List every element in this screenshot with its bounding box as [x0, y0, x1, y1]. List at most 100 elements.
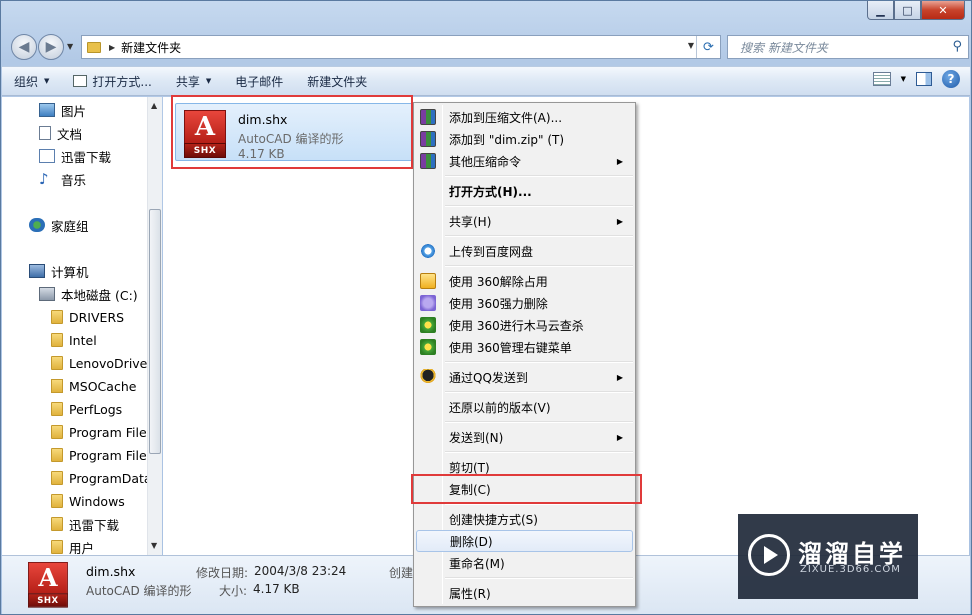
new-folder-label: 新建文件夹 — [307, 74, 368, 89]
organize-menu[interactable]: 组织 ▼ — [2, 69, 61, 93]
menu-item-360-unlock[interactable]: 使用 360解除占用 — [416, 270, 633, 292]
nav-item-msocache[interactable]: MSOCache — [51, 376, 136, 396]
breadcrumb-current-folder[interactable]: 新建文件夹 — [121, 39, 181, 56]
menu-item-send-to[interactable]: 发送到(N) ▶ — [416, 426, 633, 448]
menu-item-label: 添加到 "dim.zip" (T) — [449, 132, 565, 147]
folder-icon — [51, 310, 63, 324]
menu-item-label: 共享(H) — [449, 214, 492, 229]
new-folder-button[interactable]: 新建文件夹 — [295, 69, 379, 93]
menu-separator — [445, 235, 633, 237]
scroll-up-icon[interactable]: ▲ — [151, 101, 157, 110]
download-icon — [39, 149, 55, 163]
organize-label: 组织 — [14, 74, 39, 89]
menu-item-360-manage-menu[interactable]: 使用 360管理右键菜单 — [416, 336, 633, 358]
nav-item-label: 家庭组 — [51, 218, 89, 234]
navigation-scrollbar[interactable]: ▲ ▼ — [147, 97, 162, 555]
folder-icon — [51, 494, 63, 508]
search-input[interactable]: 搜索 新建文件夹 — [740, 39, 828, 56]
share-menu[interactable]: 共享 ▼ — [164, 69, 223, 93]
icon-letter: A — [28, 562, 68, 595]
menu-item-open-with[interactable]: 打开方式(H)... — [416, 180, 633, 202]
baidu-cloud-icon — [420, 243, 436, 259]
nav-item-thunder-folder[interactable]: 迅雷下载 — [51, 514, 119, 534]
created-label: 创建 — [389, 566, 414, 580]
nav-item-pictures[interactable]: 图片 — [39, 100, 86, 120]
menu-item-360-force-delete[interactable]: 使用 360强力删除 — [416, 292, 633, 314]
refresh-icon: ⟳ — [703, 39, 714, 55]
menu-item-rename[interactable]: 重命名(M) — [416, 552, 633, 574]
change-view-icon[interactable] — [872, 72, 891, 86]
menu-item-other-compress[interactable]: 其他压缩命令 ▶ — [416, 150, 633, 172]
search-icon[interactable]: ⚲ — [952, 39, 962, 54]
menu-item-label: 使用 360管理右键菜单 — [449, 340, 572, 355]
details-file-type: AutoCAD 编译的形 — [86, 584, 192, 598]
nav-item-program-files[interactable]: Program Files — [51, 422, 147, 442]
share-label: 共享 — [175, 74, 200, 89]
documents-icon — [39, 126, 51, 140]
menu-item-restore-versions[interactable]: 还原以前的版本(V) — [416, 396, 633, 418]
menu-item-create-shortcut[interactable]: 创建快捷方式(S) — [416, 508, 633, 530]
menu-item-delete[interactable]: 删除(D) — [416, 530, 633, 552]
folder-icon — [87, 41, 101, 53]
nav-item-programdata[interactable]: ProgramData — [51, 468, 147, 488]
back-arrow-icon: ◀ — [18, 39, 30, 55]
submenu-arrow-icon: ▶ — [616, 216, 623, 226]
submenu-arrow-icon: ▶ — [616, 156, 623, 166]
nav-item-music[interactable]: ♪ 音乐 — [39, 169, 86, 189]
folder-icon — [51, 333, 63, 347]
nav-item-users[interactable]: 用户 — [51, 537, 94, 555]
menu-item-share[interactable]: 共享(H) ▶ — [416, 210, 633, 232]
open-with-button[interactable]: 打开方式... — [61, 69, 163, 93]
menu-separator — [445, 265, 633, 267]
command-bar: 组织 ▼ 打开方式... 共享 ▼ 电子邮件 新建文件夹 ▼ ? — [2, 66, 970, 96]
nav-item-drivers[interactable]: DRIVERS — [51, 307, 124, 327]
menu-item-label: 创建快捷方式(S) — [449, 512, 538, 527]
address-dropdown-icon[interactable]: ▼ — [688, 41, 694, 50]
search-box[interactable]: 搜索 新建文件夹 ⚲ — [727, 35, 969, 59]
nav-item-intel[interactable]: Intel — [51, 330, 97, 350]
email-label: 电子邮件 — [235, 74, 284, 89]
nav-item-computer[interactable]: 计算机 — [29, 261, 89, 281]
breadcrumb-chevron-icon[interactable]: ▶ — [109, 43, 115, 52]
menu-item-label: 打开方式(H)... — [449, 184, 532, 199]
scroll-down-icon[interactable]: ▼ — [151, 541, 157, 550]
email-button[interactable]: 电子邮件 — [223, 69, 295, 93]
recent-pages-dropdown[interactable]: ▼ — [67, 42, 77, 52]
refresh-button[interactable]: ⟳ — [696, 36, 720, 58]
menu-item-add-to-archive[interactable]: 添加到压缩文件(A)... — [416, 106, 633, 128]
modified-label: 修改日期: — [196, 566, 249, 580]
menu-item-add-to-dim-zip[interactable]: 添加到 "dim.zip" (T) — [416, 128, 633, 150]
nav-item-label: 图片 — [61, 103, 87, 119]
zip-icon — [420, 131, 436, 147]
view-dropdown-icon[interactable]: ▼ — [901, 75, 906, 83]
menu-item-send-via-qq[interactable]: 通过QQ发送到 ▶ — [416, 366, 633, 388]
maximize-button[interactable]: □ — [894, 1, 921, 20]
forward-arrow-icon: ▶ — [45, 39, 57, 55]
nav-item-perflogs[interactable]: PerfLogs — [51, 399, 122, 419]
help-icon[interactable]: ? — [942, 70, 960, 88]
nav-item-thunder-downloads[interactable]: 迅雷下载 — [39, 146, 111, 166]
forward-button[interactable]: ▶ — [38, 34, 64, 60]
scrollbar-thumb[interactable] — [149, 209, 161, 454]
close-button[interactable]: ✕ — [921, 1, 965, 20]
360-menu-icon — [420, 339, 436, 355]
locked-folder-icon — [51, 379, 63, 393]
menu-separator — [445, 577, 633, 579]
menu-item-upload-baidu[interactable]: 上传到百度网盘 — [416, 240, 633, 262]
nav-item-documents[interactable]: 文档 — [39, 123, 82, 143]
nav-item-windows[interactable]: Windows — [51, 491, 125, 511]
preview-pane-icon[interactable] — [916, 72, 932, 86]
nav-item-program-files-x86[interactable]: Program Files (x86) — [51, 445, 147, 465]
nav-item-local-disk-c[interactable]: 本地磁盘 (C:) — [39, 284, 138, 304]
menu-item-label: 通过QQ发送到 — [449, 370, 528, 385]
submenu-arrow-icon: ▶ — [616, 432, 623, 442]
address-bar[interactable]: ▶ 新建文件夹 ▼ ⟳ — [81, 35, 721, 59]
nav-item-lenovodrivers[interactable]: LenovoDrivers — [51, 353, 147, 373]
nav-item-label: 计算机 — [51, 264, 89, 280]
nav-item-homegroup[interactable]: 家庭组 — [29, 215, 89, 235]
back-button[interactable]: ◀ — [11, 34, 37, 60]
nav-item-label: ProgramData — [69, 470, 147, 486]
menu-item-properties[interactable]: 属性(R) — [416, 582, 633, 604]
minimize-button[interactable]: ▁ — [867, 1, 894, 20]
menu-item-360-trojan-scan[interactable]: 使用 360进行木马云查杀 — [416, 314, 633, 336]
